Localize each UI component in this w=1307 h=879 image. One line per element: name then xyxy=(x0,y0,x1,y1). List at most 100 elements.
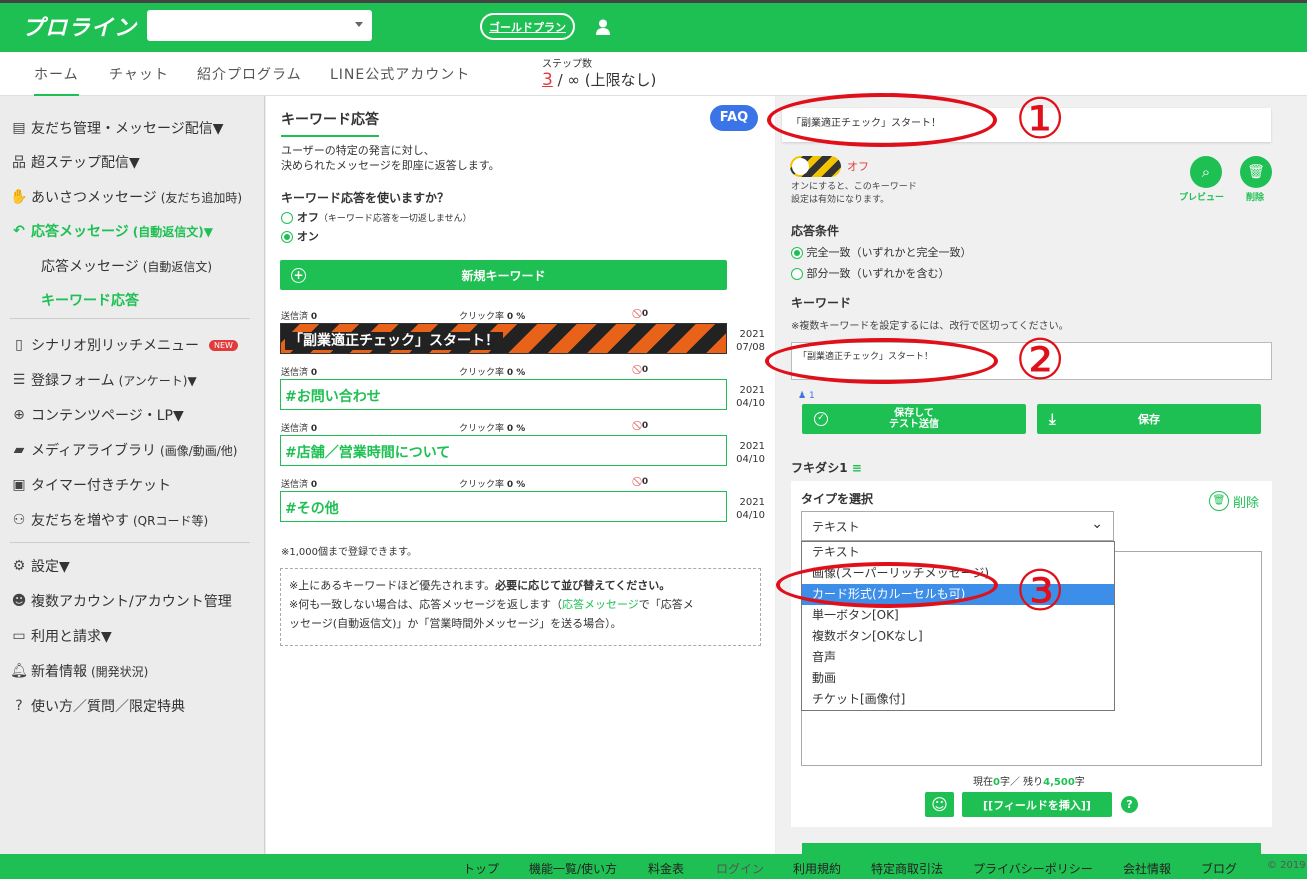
footer-link[interactable]: ブログ xyxy=(1201,860,1237,877)
emoji-button[interactable]: ☺ xyxy=(925,792,954,817)
logo[interactable]: プロライン xyxy=(22,10,137,42)
meta-value: 0 xyxy=(310,480,318,490)
steps-current[interactable]: 3 xyxy=(542,70,553,90)
type-option[interactable]: チケット[画像付] xyxy=(802,689,1114,710)
bottom-button[interactable] xyxy=(802,843,1261,854)
char-count: 現在0字／ 残り4,500字 xyxy=(973,773,1085,788)
sidebar-item-ticket[interactable]: ▣ タイマー付きチケット xyxy=(11,475,171,495)
radio-icon[interactable] xyxy=(791,247,803,259)
bubble-delete[interactable]: 🗑︎ 削除 xyxy=(1209,491,1259,511)
check-circle-icon: ✓ xyxy=(814,412,828,426)
sidebar-item-greeting[interactable]: ✋ あいさつメッセージ (友だち追加時) xyxy=(10,187,242,207)
meta-label: 送信済 xyxy=(281,312,309,322)
user-icon[interactable] xyxy=(596,19,610,35)
bell-icon: 🔔︎ xyxy=(10,663,28,679)
sidebar-item-grow[interactable]: ⚇ 友だちを増やす (QRコード等) xyxy=(11,510,208,530)
meta-label: 送信済 xyxy=(281,424,309,434)
sidebar-subitem-keyword[interactable]: キーワード応答 xyxy=(41,290,139,310)
footer-link[interactable]: 会社情報 xyxy=(1123,860,1171,877)
keyword-row[interactable]: #その他 xyxy=(280,491,727,522)
keyword-name: #店舗／営業時間について xyxy=(285,445,451,461)
address-book-icon: ▤ xyxy=(12,120,26,136)
radio-icon[interactable] xyxy=(281,231,293,243)
radio-icon[interactable] xyxy=(281,212,293,224)
sent-count: 送信済 0 xyxy=(281,365,317,378)
footer-link[interactable]: プライバシーポリシー xyxy=(973,860,1093,877)
footer-link[interactable]: ログイン xyxy=(716,860,764,877)
keyword-row[interactable]: #お問い合わせ xyxy=(280,379,727,410)
type-option[interactable]: 単一ボタン[OK] xyxy=(802,605,1114,626)
delete-button[interactable]: 🗑︎ xyxy=(1240,156,1272,188)
radio-off[interactable]: オフ（キーワード応答を一切返しません） xyxy=(281,209,472,225)
trash-icon: 🗑︎ xyxy=(1247,164,1265,180)
footer-link[interactable]: 特定商取引法 xyxy=(871,860,943,877)
sidebar-item-form[interactable]: ☰ 登録フォーム (アンケート)▼ xyxy=(11,370,197,390)
preview-button[interactable]: ⌕ xyxy=(1190,156,1222,188)
sidebar-item-richmenu[interactable]: ▯ シナリオ別リッチメニュー NEW xyxy=(11,335,238,355)
note-text: ※何も一致しない場合は、応答メッセージを返します（ xyxy=(289,598,562,611)
priority-note: ※上にあるキーワードほど優先されます。必要に応じて並び替えてください。 ※何も一… xyxy=(280,568,761,646)
sidebar-item-response[interactable]: ↶ 応答メッセージ (自動返信文)▼ xyxy=(11,221,213,241)
toggle-switch[interactable] xyxy=(790,156,841,177)
keyword-date: 2021 04/10 xyxy=(733,496,765,522)
radio-on[interactable]: オン xyxy=(281,228,319,244)
save-button[interactable]: ⤓ 保存 xyxy=(1037,404,1261,434)
toggle-knob xyxy=(792,158,809,175)
keyword-label: キーワード xyxy=(791,296,852,310)
type-option[interactable]: テキスト xyxy=(802,542,1114,563)
sidebar: ▤ 友だち管理・メッセージ配信▼ 品超ステップ配信▼ ✋ あいさつメッセージ (友だち… xyxy=(0,96,265,854)
nav-bar: ホーム チャット 紹介プログラム LINE公式アカウント ステップ数 3 / ∞… xyxy=(0,52,1307,96)
limit-note: ※1,000個まで登録できます。 xyxy=(281,547,418,558)
annotation-number-3: ③ xyxy=(1015,559,1066,624)
sidebar-item-help[interactable]: ? 使い方／質問／限定特典 xyxy=(11,696,185,716)
help-icon[interactable]: ? xyxy=(1121,796,1138,813)
new-keyword-button[interactable]: + 新規キーワード xyxy=(280,260,727,290)
sidebar-item-billing[interactable]: ▭ 利用と請求▼ xyxy=(11,626,111,646)
tab-chat[interactable]: チャット xyxy=(109,64,169,84)
condition-exact[interactable]: 完全一致（いずれかと完全一致） xyxy=(791,244,972,260)
download-icon: ⤓ xyxy=(1049,410,1056,428)
sidebar-item-label: 使い方／質問／限定特典 xyxy=(31,699,185,715)
footer-link[interactable]: 利用規約 xyxy=(793,860,841,877)
sidebar-item-step[interactable]: 品超ステップ配信▼ xyxy=(11,152,140,172)
type-option[interactable]: 複数ボタン[OKなし] xyxy=(802,626,1114,647)
insert-field-button[interactable]: [[フィールドを挿入]] xyxy=(962,792,1112,817)
account-select[interactable] xyxy=(147,10,372,41)
sidebar-item-friends[interactable]: ▤ 友だち管理・メッセージ配信▼ xyxy=(11,118,223,138)
steps-count: 3 / ∞ (上限なし) xyxy=(542,69,656,90)
divider xyxy=(10,318,250,319)
sidebar-item-media[interactable]: ▰ メディアライブラリ (画像/動画/他) xyxy=(11,440,238,460)
faq-button[interactable]: FAQ xyxy=(710,105,758,131)
sent-count: 送信済 0 xyxy=(281,477,317,490)
tab-referral[interactable]: 紹介プログラム xyxy=(197,64,302,84)
sidebar-item-settings[interactable]: ⚙ 設定▼ xyxy=(11,556,70,576)
footer-link[interactable]: 機能一覧/使い方 xyxy=(529,860,617,877)
drag-handle-icon[interactable]: ≡ xyxy=(852,461,862,475)
condition-partial[interactable]: 部分一致（いずれかを含む） xyxy=(791,265,950,281)
radio-icon[interactable] xyxy=(791,268,803,280)
tab-home[interactable]: ホーム xyxy=(34,64,79,96)
keyword-row[interactable]: #店舗／営業時間について xyxy=(280,435,727,466)
reply-icon: ↶ xyxy=(13,223,25,239)
response-message-link[interactable]: 応答メッセージ xyxy=(562,598,639,611)
radio-label: 部分一致（いずれかを含む） xyxy=(806,267,950,280)
type-option[interactable]: 音声 xyxy=(802,647,1114,668)
bubble-label: フキダシ1 ≡ xyxy=(791,459,862,476)
keyword-row[interactable]: 「副業適正チェック」スタート！ xyxy=(280,323,727,354)
sidebar-item-news[interactable]: 🔔︎ 新着情報 (開発状況) xyxy=(10,661,148,681)
footer-link[interactable]: 料金表 xyxy=(648,860,684,877)
type-select[interactable]: テキスト ⌄ xyxy=(801,511,1114,541)
type-option[interactable]: 動画 xyxy=(802,668,1114,689)
sidebar-item-content[interactable]: ⊕ コンテンツページ・LP▼ xyxy=(11,405,184,425)
meta-label: クリック率 xyxy=(459,368,505,378)
search-icon: ⌕ xyxy=(1201,163,1211,181)
tab-line-account[interactable]: LINE公式アカウント xyxy=(330,64,470,84)
footer-link[interactable]: トップ xyxy=(463,860,499,877)
note-bold: 必要に応じて並び替えてください。 xyxy=(495,579,671,592)
annotation-ellipse-2 xyxy=(765,338,998,384)
sidebar-item-accounts[interactable]: ☻ 複数アカウント/アカウント管理 xyxy=(11,591,232,611)
save-and-test-button[interactable]: ✓ 保存して テスト送信 xyxy=(802,404,1026,434)
sidebar-subitem-response[interactable]: 応答メッセージ (自動返信文) xyxy=(41,256,212,276)
sidebar-item-sub: (QRコード等) xyxy=(133,513,209,528)
plan-badge[interactable]: ゴールドプラン xyxy=(480,13,575,40)
